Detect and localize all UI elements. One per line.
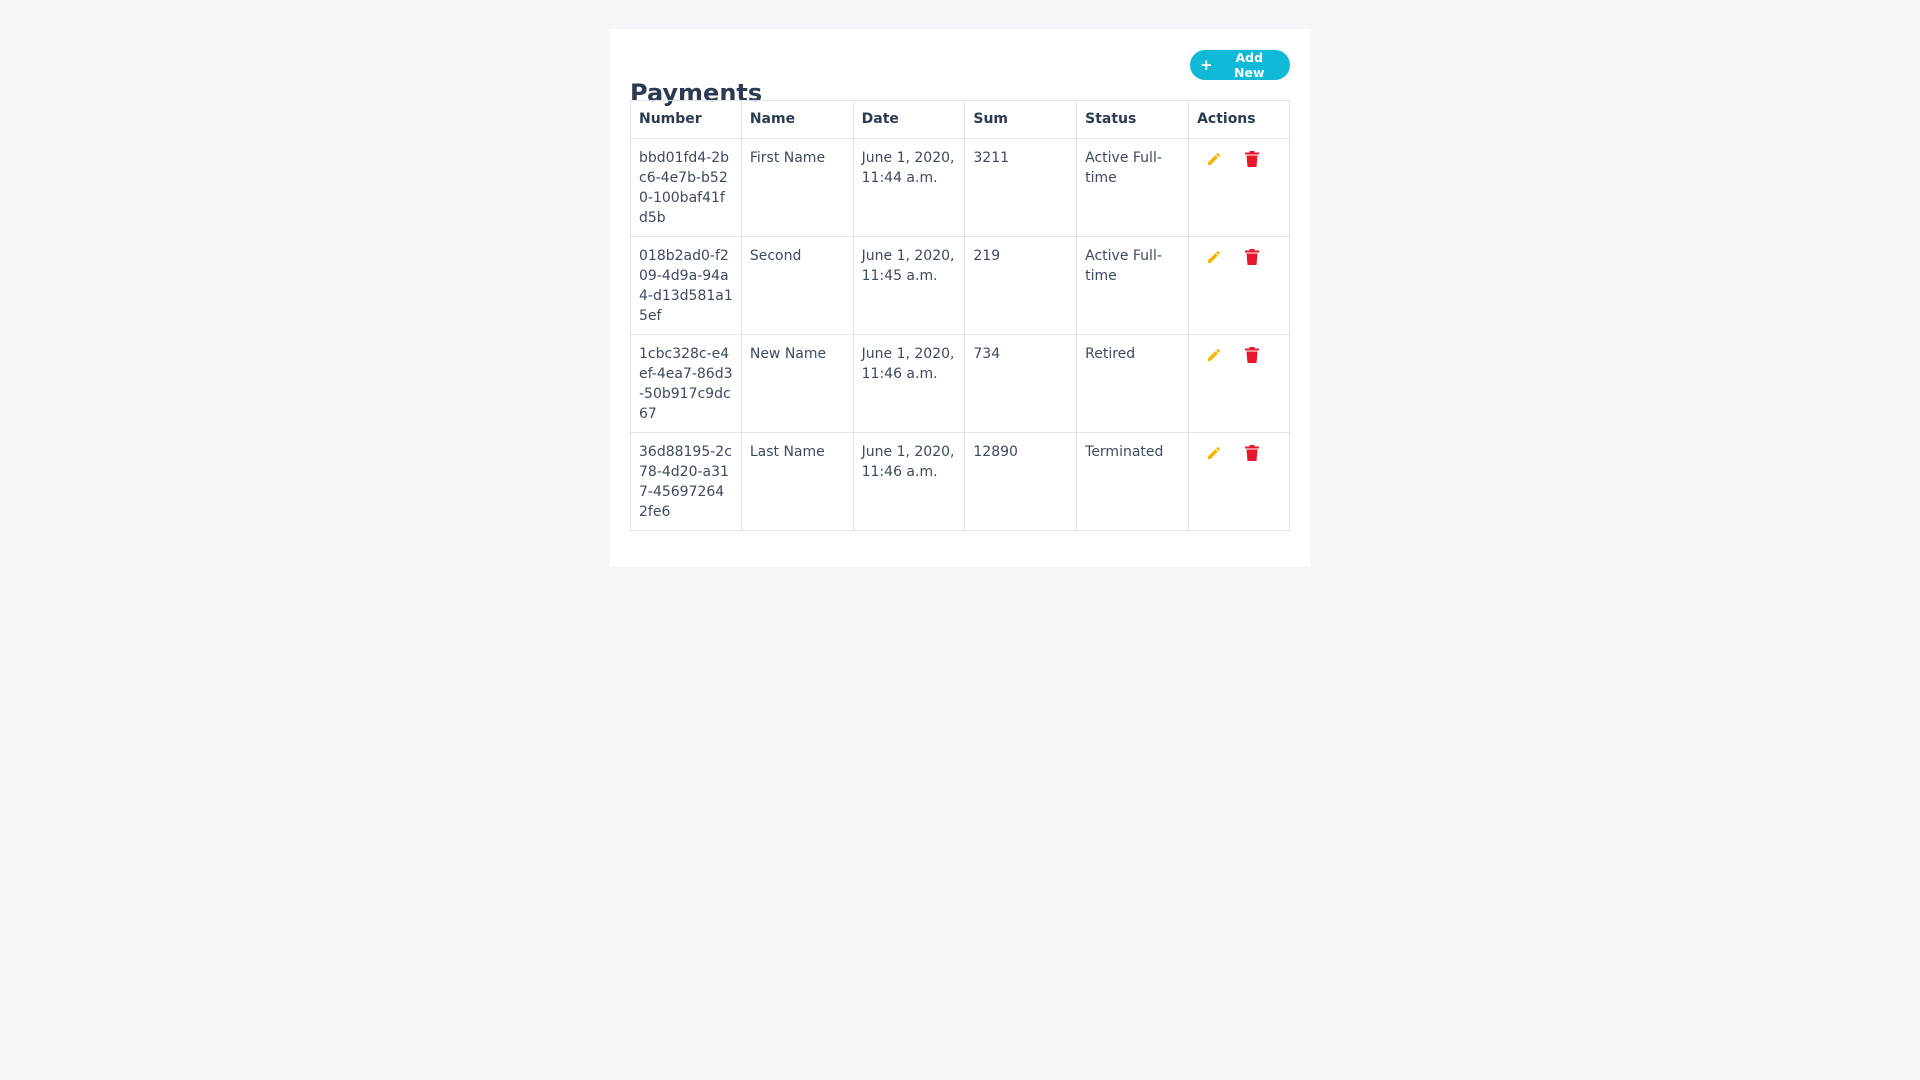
cell-name: Second bbox=[740, 236, 854, 335]
cell-date: June 1, 2020, 11:46 a.m. bbox=[852, 432, 966, 531]
payments-card: Payments + Add New Number Name Date Sum … bbox=[610, 29, 1310, 567]
cell-date: June 1, 2020, 11:46 a.m. bbox=[852, 334, 966, 433]
cell-date: June 1, 2020, 11:45 a.m. bbox=[852, 236, 966, 335]
row-actions bbox=[1197, 148, 1281, 168]
table-row: 018b2ad0-f209-4d9a-94a4-d13d581a15ef Sec… bbox=[630, 236, 1290, 335]
cell-status: Active Full-time bbox=[1076, 236, 1190, 335]
column-header-actions: Actions bbox=[1188, 100, 1290, 139]
plus-icon: + bbox=[1200, 55, 1213, 74]
cell-number: 36d88195-2c78-4d20-a317-456972642fe6 bbox=[630, 432, 742, 531]
add-new-button[interactable]: + Add New bbox=[1190, 50, 1290, 80]
pencil-icon[interactable] bbox=[1205, 444, 1223, 462]
cell-name: First Name bbox=[740, 138, 854, 237]
table-row: 1cbc328c-e4ef-4ea7-86d3-50b917c9dc67 New… bbox=[630, 334, 1290, 433]
cell-number: 018b2ad0-f209-4d9a-94a4-d13d581a15ef bbox=[630, 236, 742, 335]
cell-actions bbox=[1188, 236, 1290, 335]
column-header-name: Name bbox=[740, 100, 854, 139]
column-header-number: Number bbox=[630, 100, 742, 139]
table-row: bbd01fd4-2bc6-4e7b-b520-100baf41fd5b Fir… bbox=[630, 138, 1290, 237]
cell-date: June 1, 2020, 11:44 a.m. bbox=[852, 138, 966, 237]
trash-icon[interactable] bbox=[1243, 444, 1261, 462]
row-actions bbox=[1197, 442, 1281, 462]
trash-icon[interactable] bbox=[1243, 346, 1261, 364]
table-header-row: Number Name Date Sum Status Actions bbox=[630, 100, 1290, 139]
cell-status: Retired bbox=[1076, 334, 1190, 433]
column-header-status: Status bbox=[1076, 100, 1190, 139]
cell-sum: 219 bbox=[964, 236, 1078, 335]
cell-sum: 3211 bbox=[964, 138, 1078, 237]
trash-icon[interactable] bbox=[1243, 150, 1261, 168]
cell-name: Last Name bbox=[740, 432, 854, 531]
column-header-date: Date bbox=[852, 100, 966, 139]
payments-table: Number Name Date Sum Status Actions bbd0… bbox=[630, 100, 1290, 531]
cell-number: bbd01fd4-2bc6-4e7b-b520-100baf41fd5b bbox=[630, 138, 742, 237]
trash-icon[interactable] bbox=[1243, 248, 1261, 266]
column-header-sum: Sum bbox=[964, 100, 1078, 139]
cell-actions bbox=[1188, 432, 1290, 531]
cell-name: New Name bbox=[740, 334, 854, 433]
cell-sum: 734 bbox=[964, 334, 1078, 433]
row-actions bbox=[1197, 246, 1281, 266]
cell-status: Active Full-time bbox=[1076, 138, 1190, 237]
pencil-icon[interactable] bbox=[1205, 248, 1223, 266]
cell-actions bbox=[1188, 138, 1290, 237]
pencil-icon[interactable] bbox=[1205, 346, 1223, 364]
cell-number: 1cbc328c-e4ef-4ea7-86d3-50b917c9dc67 bbox=[630, 334, 742, 433]
cell-status: Terminated bbox=[1076, 432, 1190, 531]
cell-actions bbox=[1188, 334, 1290, 433]
pencil-icon[interactable] bbox=[1205, 150, 1223, 168]
table-row: 36d88195-2c78-4d20-a317-456972642fe6 Las… bbox=[630, 432, 1290, 531]
cell-sum: 12890 bbox=[964, 432, 1078, 531]
add-new-label: Add New bbox=[1234, 50, 1265, 80]
row-actions bbox=[1197, 344, 1281, 364]
